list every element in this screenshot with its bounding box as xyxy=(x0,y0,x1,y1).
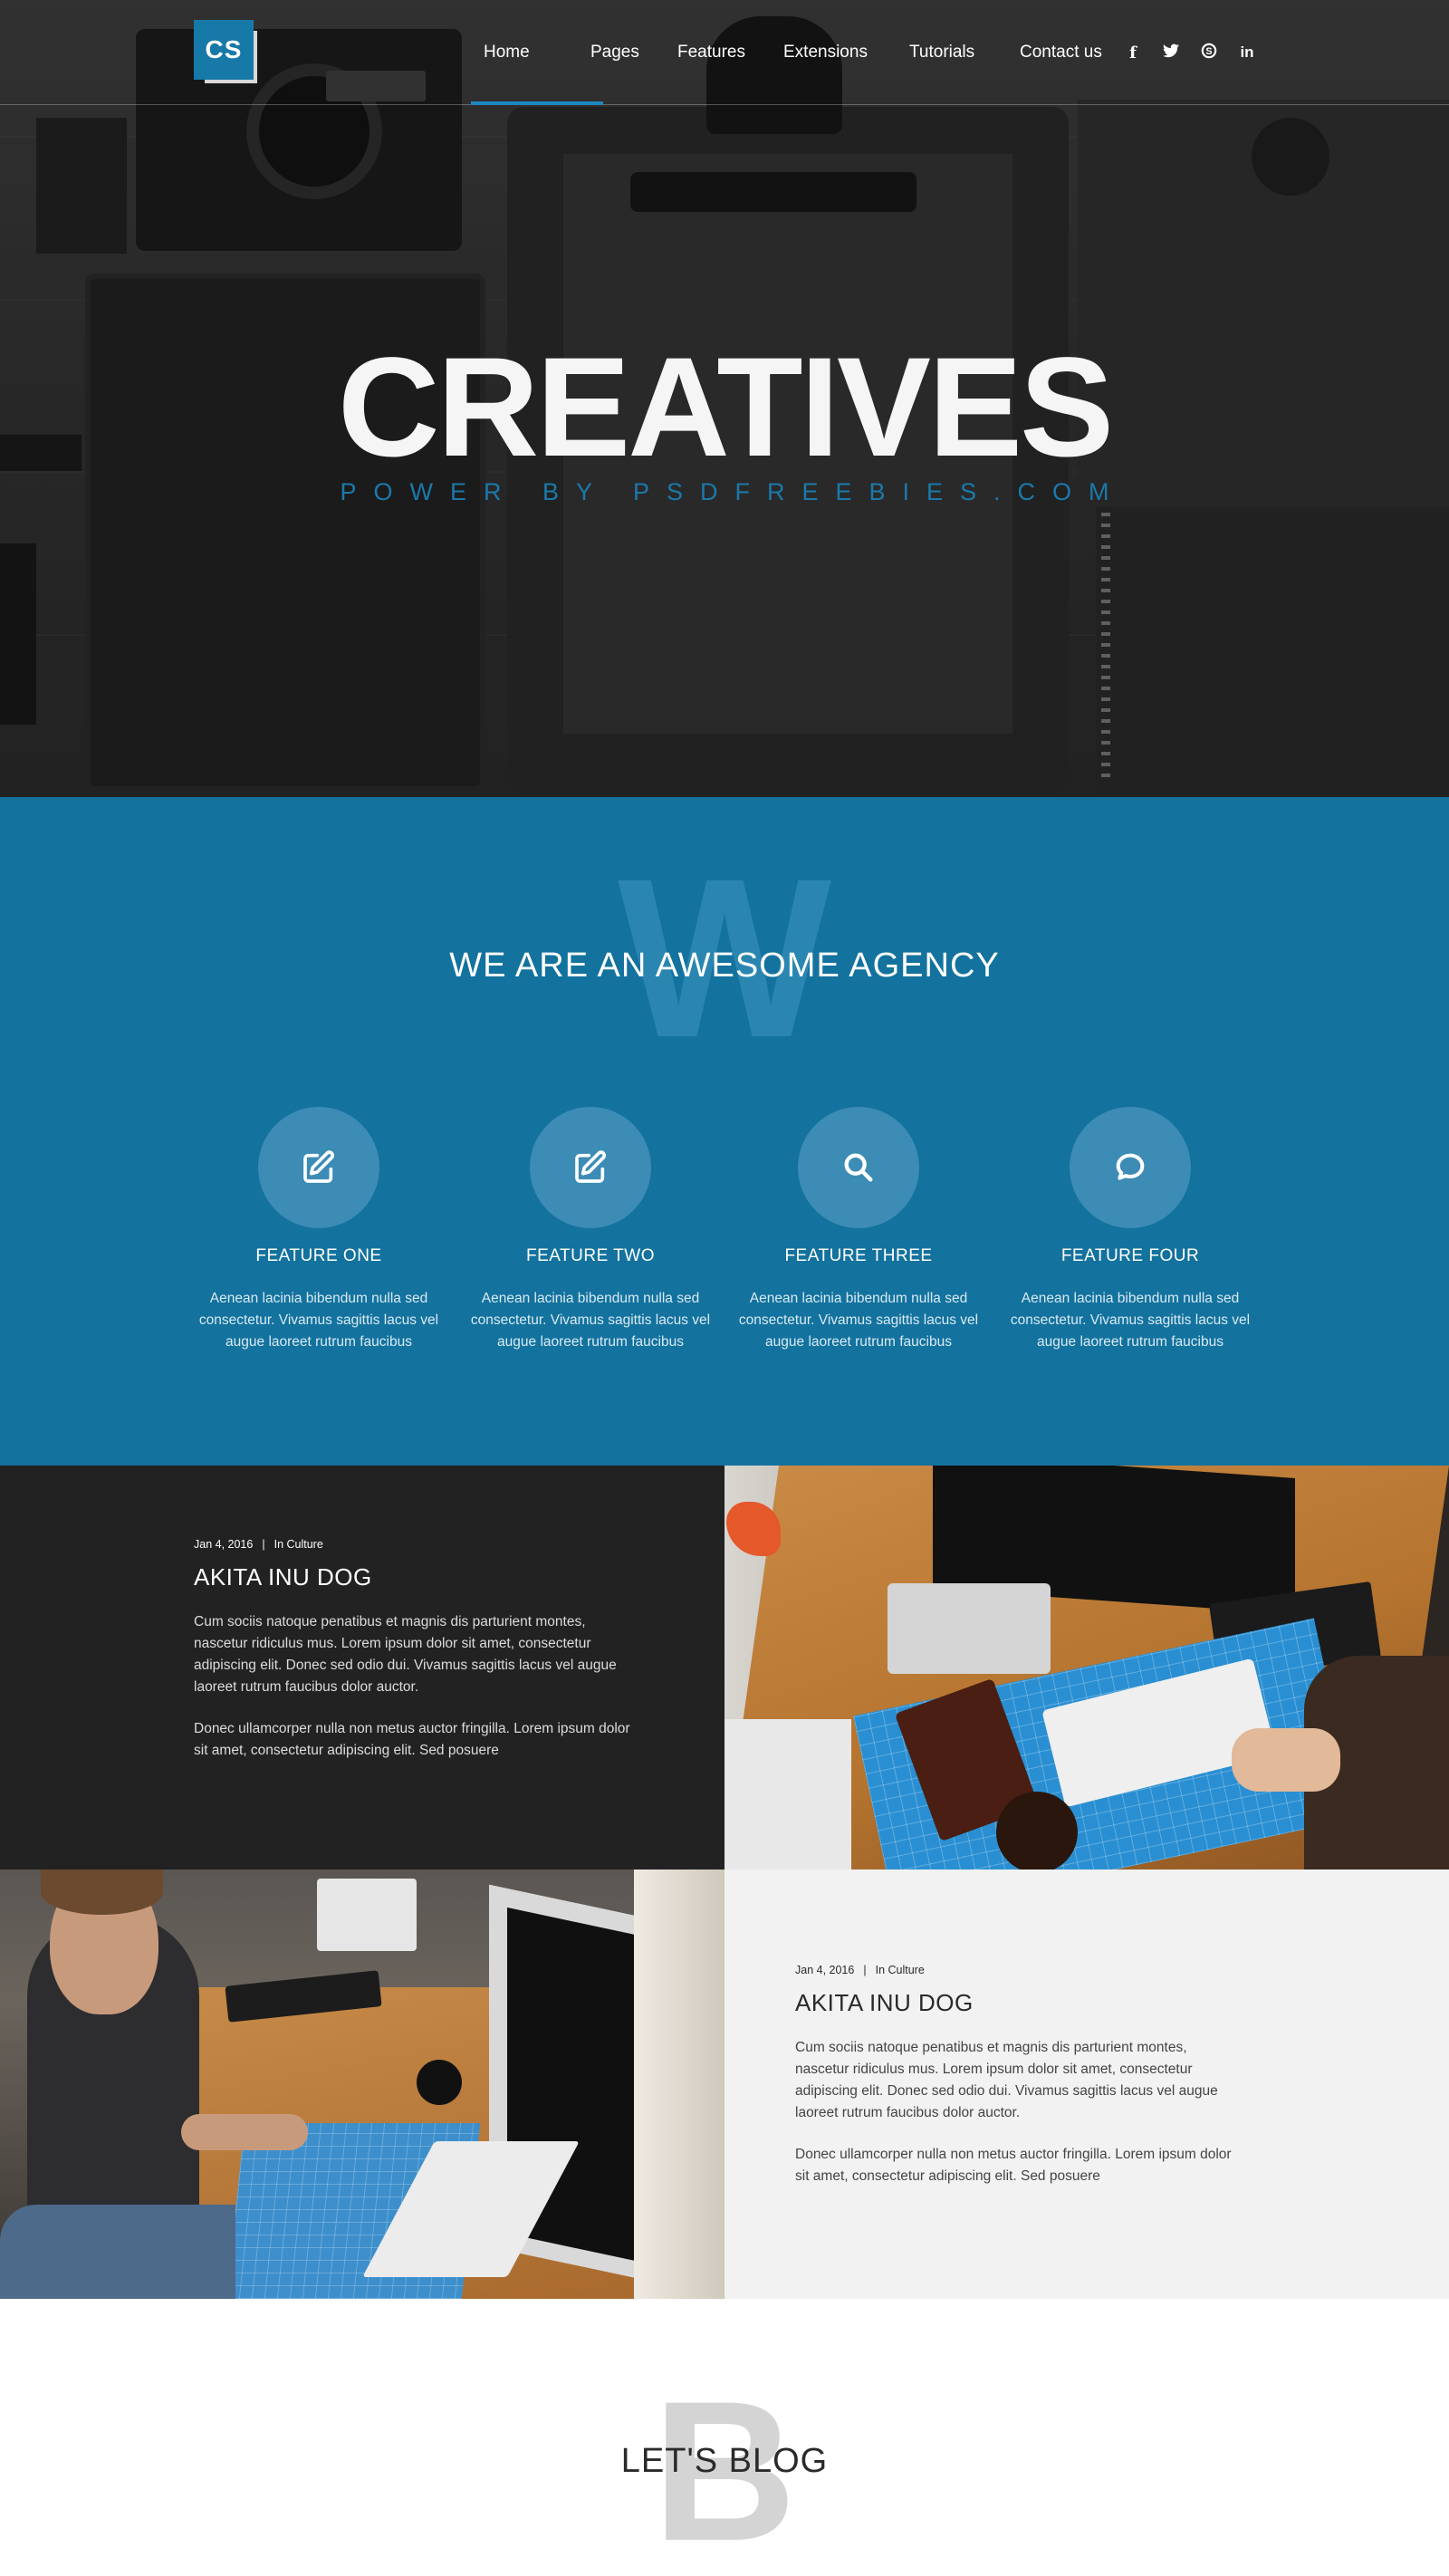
nav-home[interactable]: Home xyxy=(471,0,603,105)
social-links: f S in xyxy=(1123,0,1257,105)
nav-tutorials[interactable]: Tutorials xyxy=(909,0,1020,105)
feature-icon-button[interactable] xyxy=(530,1107,651,1228)
workspace-photo xyxy=(724,1466,1449,1870)
feature-title: FEATURE FOUR xyxy=(1060,1246,1200,1265)
post-paragraph: Donec ullamcorper nulla non metus auctor… xyxy=(194,1721,630,1758)
linkedin-icon[interactable]: in xyxy=(1237,43,1257,62)
feature-text: Aenean lacinia bibendum nulla sed consec… xyxy=(1010,1291,1251,1350)
twitter-icon[interactable] xyxy=(1161,43,1181,62)
post-title[interactable]: AKITA INU DOG xyxy=(194,1563,638,1591)
post-category[interactable]: In Culture xyxy=(876,1964,925,1976)
feature-icon-button[interactable] xyxy=(798,1107,919,1228)
facebook-icon[interactable]: f xyxy=(1123,43,1143,62)
blog-heading: LET'S BLOG xyxy=(620,2442,829,2480)
svg-text:S: S xyxy=(1205,46,1212,57)
edit-icon xyxy=(575,1150,607,1183)
hero-subtitle: POWER BY PSDFREEBIES.COM xyxy=(340,478,1127,505)
feature-icon-button[interactable] xyxy=(258,1107,379,1228)
feature-title: FEATURE THREE xyxy=(784,1246,933,1265)
post-meta: Jan 4, 2016 | In Culture xyxy=(795,1964,925,1976)
top-navigation: CS Home Pages Features Extensions Tutori… xyxy=(0,0,1449,105)
feature-title: FEATURE TWO xyxy=(525,1246,656,1265)
post-date: Jan 4, 2016 xyxy=(795,1964,855,1976)
feature-text: Aenean lacinia bibendum nulla sed consec… xyxy=(470,1291,711,1350)
site-logo[interactable]: CS xyxy=(194,20,257,83)
feature-text: Aenean lacinia bibendum nulla sed consec… xyxy=(198,1291,439,1350)
feature-title: FEATURE ONE xyxy=(255,1246,382,1265)
skype-icon[interactable]: S xyxy=(1199,43,1219,63)
post-category[interactable]: In Culture xyxy=(274,1538,323,1551)
post-paragraph: Cum sociis natoque penatibus et magnis d… xyxy=(795,2040,1218,2120)
feature-icon-button[interactable] xyxy=(1070,1107,1191,1228)
agency-heading: WE ARE AN AWESOME AGENCY xyxy=(449,947,1000,985)
blog-section: B LET'S BLOG xyxy=(0,2299,1449,2576)
nav-contact-us[interactable]: Contact us xyxy=(1020,0,1128,105)
agency-section: W WE ARE AN AWESOME AGENCY FEATURE ONE A… xyxy=(0,797,1449,1466)
post-title[interactable]: AKITA INU DOG xyxy=(795,1989,1239,2017)
main-nav: Home Pages Features Extensions Tutorials… xyxy=(471,0,1128,105)
nav-extensions[interactable]: Extensions xyxy=(783,0,909,105)
feature-card: FEATURE FOUR Aenean lacinia bibendum nul… xyxy=(1003,1107,1257,1353)
feature-card: FEATURE TWO Aenean lacinia bibendum null… xyxy=(464,1107,717,1353)
post-date: Jan 4, 2016 xyxy=(194,1538,254,1551)
logo-text: CS xyxy=(194,20,254,80)
feature-text: Aenean lacinia bibendum nulla sed consec… xyxy=(738,1291,979,1350)
hero-title: CREATIVES xyxy=(337,329,1114,486)
nav-pages[interactable]: Pages xyxy=(590,0,677,105)
hero-section: CS Home Pages Features Extensions Tutori… xyxy=(0,0,1449,797)
nav-features[interactable]: Features xyxy=(677,0,783,105)
designer-photo xyxy=(0,1870,724,2299)
post-paragraph: Donec ullamcorper nulla non metus auctor… xyxy=(795,2147,1232,2184)
blog-post: Jan 4, 2016 | In Culture AKITA INU DOG Cum… xyxy=(0,1466,724,1870)
feature-card: FEATURE THREE Aenean lacinia bibendum nu… xyxy=(732,1107,985,1353)
post-paragraph: Cum sociis natoque penatibus et magnis d… xyxy=(194,1614,617,1695)
post-meta: Jan 4, 2016 | In Culture xyxy=(194,1538,323,1551)
feature-card: FEATURE ONE Aenean lacinia bibendum null… xyxy=(192,1107,446,1353)
edit-icon xyxy=(303,1150,335,1183)
blog-post: Jan 4, 2016 | In Culture AKITA INU DOG Cum… xyxy=(724,1870,1449,2299)
chat-icon xyxy=(1116,1153,1145,1180)
search-icon xyxy=(844,1153,873,1182)
